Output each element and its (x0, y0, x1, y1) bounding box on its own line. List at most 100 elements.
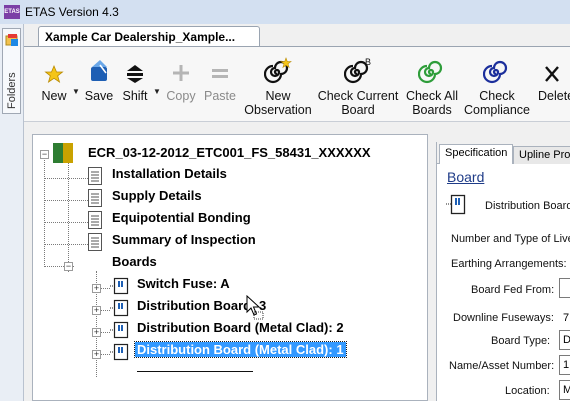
new-observation-button[interactable]: New Observation (244, 57, 312, 119)
root-collapse-toggle[interactable]: − (40, 150, 49, 159)
board-fed-from-input[interactable] (559, 278, 570, 298)
board-icon (110, 277, 129, 295)
tree-item-equipotential-bonding[interactable]: Equipotential Bonding (112, 209, 251, 227)
title-bar: ETAS ETAS Version 4.3 (0, 0, 570, 24)
properties-panel: Specification Upline Protection Board Di… (436, 142, 570, 401)
paste-label: Paste (204, 89, 236, 103)
folders-tab[interactable]: Folders (2, 28, 21, 114)
mouse-cursor-icon (246, 295, 264, 320)
check-compliance-button[interactable]: Check Compliance (464, 57, 530, 119)
new-dropdown-chevron-icon[interactable]: ▼ (72, 87, 80, 96)
shift-dropdown-chevron-icon[interactable]: ▼ (153, 87, 161, 96)
tree-guide-line (44, 200, 88, 201)
tree-board-switch-fuse-a[interactable]: Switch Fuse: A (137, 275, 230, 293)
folders-label: Folders (6, 72, 18, 109)
earthing-arrangements-label: Earthing Arrangements: (451, 258, 567, 270)
window-title: ETAS Version 4.3 (25, 5, 119, 19)
location-input[interactable]: M (559, 380, 570, 400)
check-all-boards-label-line2: Boards (412, 103, 452, 117)
board-expand-toggle[interactable]: + (92, 328, 101, 337)
board-icon (110, 343, 129, 361)
star-icon (44, 64, 64, 83)
tab-specification[interactable]: Specification (439, 144, 514, 165)
document-tab-row: Xample Car Dealership_Xample... (24, 24, 570, 47)
spiral-star-icon (264, 57, 292, 84)
document-icon (88, 233, 102, 251)
save-icon (91, 60, 107, 81)
tree-partial-item (137, 371, 253, 372)
board-expand-toggle[interactable]: + (92, 306, 101, 315)
new-button[interactable]: New (38, 57, 70, 119)
root-icon (53, 143, 77, 163)
save-button[interactable]: Save (82, 57, 116, 119)
check-all-boards-button[interactable]: Check All Boards (404, 57, 460, 119)
save-label: Save (84, 89, 114, 103)
document-icon (88, 189, 102, 207)
shift-button[interactable]: Shift (118, 57, 152, 119)
location-label: Location: (505, 385, 550, 397)
downline-fuseways-label: Downline Fuseways: (453, 312, 554, 324)
board-type-display: Distribution Board (485, 200, 570, 212)
board-expand-toggle[interactable]: + (92, 350, 101, 359)
check-current-board-label-line1: Check Current (317, 89, 399, 103)
equals-icon (212, 69, 228, 78)
delete-label: Delete (538, 89, 570, 103)
app-logo-icon: ETAS (4, 5, 20, 19)
board-icon (110, 299, 129, 317)
name-asset-number-label: Name/Asset Number: (449, 360, 555, 372)
tree-guide-line (44, 178, 88, 179)
spiral-green-icon (418, 60, 443, 84)
new-observation-label-line2: Observation (244, 103, 312, 117)
tree-guide-line (68, 156, 69, 272)
downline-fuseways-value[interactable]: 7 (563, 312, 569, 324)
check-current-board-label-line2: Board (341, 103, 375, 117)
boards-collapse-toggle[interactable]: − (64, 262, 73, 271)
selected-label: Distribution Board (Metal Clad): 1 (134, 341, 347, 358)
tree-item-supply-details[interactable]: Supply Details (112, 187, 202, 205)
tree-board-metal-clad-1-selected[interactable]: Distribution Board (Metal Clad): 1 (134, 341, 347, 359)
board-heading: Board (447, 169, 485, 185)
paste-button[interactable]: Paste (202, 57, 238, 119)
board-type-icon (446, 194, 466, 215)
svg-text:B: B (365, 57, 371, 67)
check-compliance-label-line2: Compliance (464, 103, 531, 117)
board-fed-from-label: Board Fed From: (471, 284, 555, 296)
tab-document[interactable]: Xample Car Dealership_Xample... (38, 26, 260, 47)
document-icon (88, 211, 102, 229)
tree-item-boards[interactable]: Boards (112, 253, 157, 271)
copy-button[interactable]: Copy (163, 57, 199, 119)
tree-root-label[interactable]: ECR_03-12-2012_ETC001_FS_58431_XXXXXX (88, 144, 371, 162)
plus-icon (173, 65, 189, 81)
document-icon (88, 167, 102, 185)
name-asset-number-input[interactable]: 1 (559, 355, 570, 375)
tree-guide-line (44, 222, 88, 223)
tree-view: − ECR_03-12-2012_ETC001_FS_58431_XXXXXX … (32, 134, 428, 401)
board-type-label: Board Type: (491, 335, 551, 347)
delete-button[interactable]: Delete (538, 57, 570, 119)
board-icon (110, 321, 129, 339)
check-current-board-button[interactable]: B Check Current Board (316, 57, 400, 119)
shift-icon (127, 65, 143, 83)
copy-label: Copy (166, 89, 196, 103)
new-observation-label-line1: New (265, 89, 291, 103)
tree-item-installation-details[interactable]: Installation Details (112, 165, 227, 183)
tree-board-metal-clad-2[interactable]: Distribution Board (Metal Clad): 2 (137, 319, 344, 337)
shift-label: Shift (122, 89, 148, 103)
check-all-boards-label-line1: Check All (405, 89, 459, 103)
specification-content: Board Distribution Board Number and Type… (437, 164, 570, 401)
properties-tabs: Specification Upline Protection (437, 144, 570, 165)
board-expand-toggle[interactable]: + (92, 284, 101, 293)
tab-upline-protection[interactable]: Upline Protection (513, 146, 570, 164)
spiral-blue-icon (483, 60, 508, 84)
check-compliance-label-line1: Check (479, 89, 515, 103)
board-type-select[interactable]: D (559, 330, 570, 350)
tree-guide-line (44, 244, 88, 245)
toolbar: New ▼ Save Shift ▼ Copy Paste New Observ… (24, 46, 570, 122)
tree-item-summary-of-inspection[interactable]: Summary of Inspection (112, 231, 256, 249)
new-label: New (41, 89, 67, 103)
delete-x-icon (545, 66, 559, 82)
location-value: M (563, 384, 570, 396)
folders-sidebar: Folders (0, 24, 24, 401)
name-asset-number-value: 1 (563, 359, 570, 371)
board-type-value: D (563, 334, 570, 346)
